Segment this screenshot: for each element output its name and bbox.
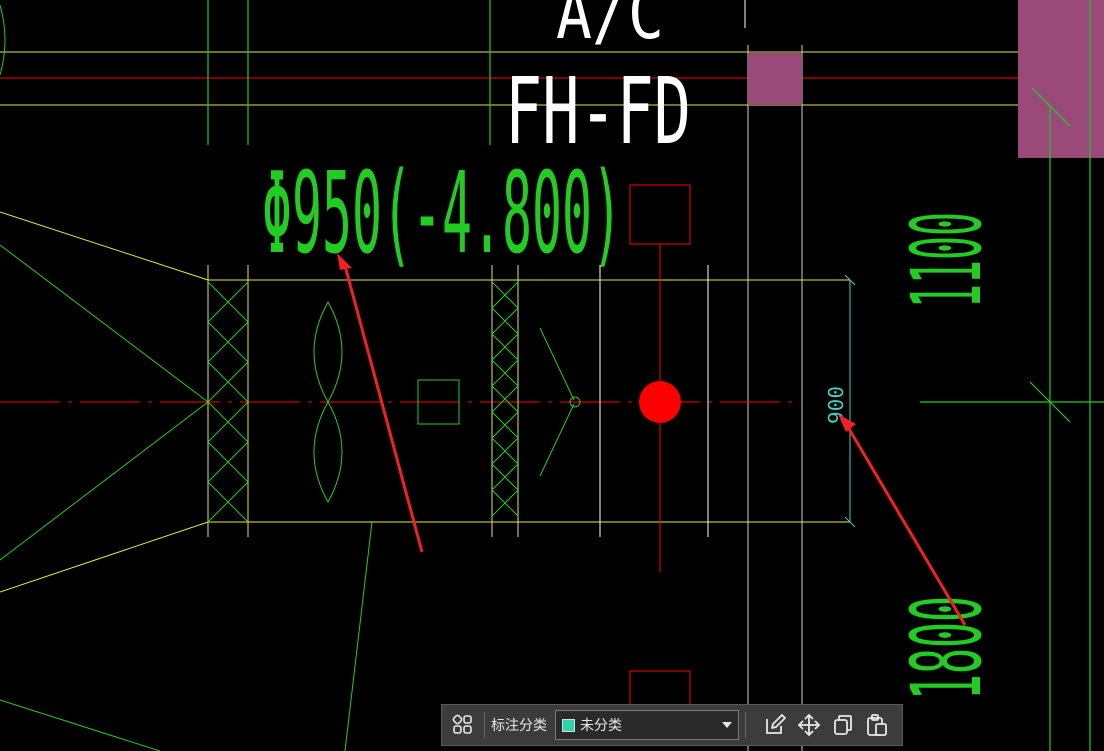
edit-button[interactable] (758, 708, 792, 742)
top-text: A/C (556, 0, 664, 55)
dimension-text-1800[interactable]: 1800 (891, 596, 1003, 700)
category-grid-icon (452, 714, 472, 734)
red-point-marker[interactable] (639, 381, 681, 423)
paste-button[interactable] (860, 708, 894, 742)
category-dropdown[interactable]: 未分类 (555, 710, 739, 740)
damper-line (539, 327, 575, 401)
annotation-toolbar: 标注分类 未分类 (441, 704, 903, 746)
category-grid-button[interactable] (446, 708, 480, 742)
paste-icon (867, 714, 887, 736)
toolbar-separator (484, 712, 485, 738)
fan-blade-icon (313, 400, 343, 504)
green-diag (0, 244, 209, 403)
copy-button[interactable] (826, 708, 860, 742)
cad-drawing[interactable]: A/C FH-FD Φ950(-4.800) 900 1100 1800 (0, 0, 1104, 751)
annotation-arrow-right (838, 414, 967, 626)
magenta-block (1018, 0, 1104, 158)
chevron-down-icon (722, 722, 732, 728)
yellow-diag (0, 521, 209, 593)
annotation-category-label: 标注分类 (491, 717, 547, 733)
move-button[interactable] (792, 708, 826, 742)
red-square (629, 184, 691, 245)
dimension-text-1100[interactable]: 1100 (891, 212, 1003, 308)
yellow-diag (0, 211, 209, 281)
green-diag (344, 521, 373, 751)
green-arc (0, 4, 6, 76)
filter-hatch-right (491, 281, 519, 517)
toolbar-separator (745, 712, 746, 738)
copy-icon (834, 715, 852, 735)
category-color-swatch (562, 718, 575, 732)
move-icon (797, 713, 821, 737)
green-diag (0, 699, 161, 751)
cad-canvas[interactable]: A/C FH-FD Φ950(-4.800) 900 1100 1800 标注分… (0, 0, 1104, 751)
edit-icon (766, 714, 786, 734)
green-diag (0, 401, 209, 561)
damper-line (539, 403, 575, 477)
diameter-label[interactable]: Φ950(-4.800) (262, 149, 622, 279)
category-selected-value: 未分类 (580, 717, 622, 733)
fan-blade-icon (313, 300, 343, 404)
magenta-block (748, 53, 802, 105)
